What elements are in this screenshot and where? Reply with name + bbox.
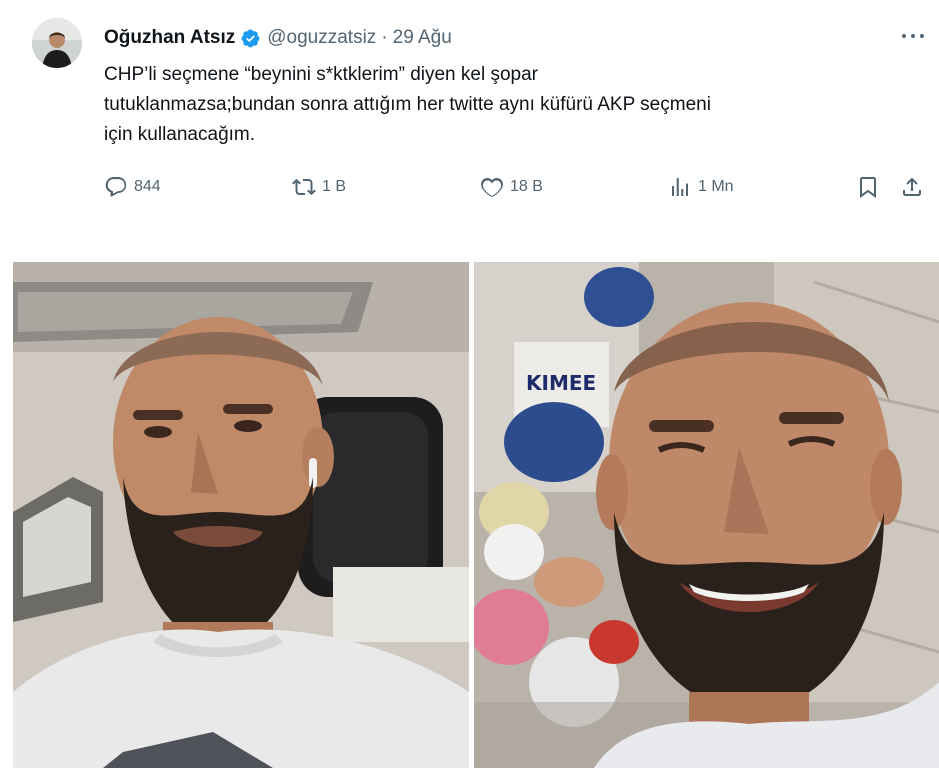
heart-icon bbox=[481, 177, 503, 198]
tweet-text: CHP’li seçmene “beynini s*ktklerim” diye… bbox=[104, 60, 904, 150]
like-count: 18 B bbox=[510, 178, 543, 195]
views-chart-icon bbox=[672, 178, 688, 196]
views-button[interactable]: 1 Mn bbox=[668, 170, 734, 204]
tweet-media[interactable]: KIMEE bbox=[13, 262, 939, 768]
author-handle[interactable]: @oguzzatsiz bbox=[267, 27, 376, 49]
reply-count: 844 bbox=[134, 178, 161, 195]
retweet-count: 1 B bbox=[322, 178, 347, 195]
author-avatar[interactable] bbox=[32, 18, 82, 68]
tweet-header: Oğuzhan Atsız @oguzzatsiz · 29 Ağu bbox=[104, 24, 452, 52]
share-icon bbox=[903, 177, 921, 196]
more-options-icon[interactable] bbox=[902, 26, 924, 46]
header-separator: · bbox=[381, 27, 388, 48]
tweet-text-line: tutuklanmazsa;bundan sonra attığım her t… bbox=[104, 94, 711, 115]
svg-text:KIMEE: KIMEE bbox=[526, 371, 596, 395]
tweet-text-line: için kullanacağım. bbox=[104, 124, 256, 145]
bookmark-button[interactable] bbox=[856, 170, 886, 204]
tweet-photo-car[interactable] bbox=[13, 262, 469, 768]
tweet-action-bar: 844 1 B 18 B 1 Mn bbox=[104, 170, 934, 204]
retweet-icon bbox=[292, 178, 316, 196]
retweet-button[interactable]: 1 B bbox=[292, 170, 346, 204]
share-button[interactable] bbox=[900, 170, 930, 204]
like-button[interactable]: 18 B bbox=[480, 170, 543, 204]
views-count: 1 Mn bbox=[698, 178, 734, 195]
reply-button[interactable]: 844 bbox=[104, 170, 161, 204]
verified-badge-icon bbox=[240, 28, 261, 49]
tweet-photo-street[interactable]: KIMEE bbox=[474, 262, 939, 768]
author-display-name[interactable]: Oğuzhan Atsız bbox=[104, 27, 235, 49]
tweet-text-line: CHP’li seçmene “beynini s*ktklerim” diye… bbox=[104, 64, 538, 85]
reply-icon bbox=[105, 177, 127, 197]
tweet-date[interactable]: 29 Ağu bbox=[393, 27, 452, 49]
bookmark-icon bbox=[860, 177, 876, 198]
